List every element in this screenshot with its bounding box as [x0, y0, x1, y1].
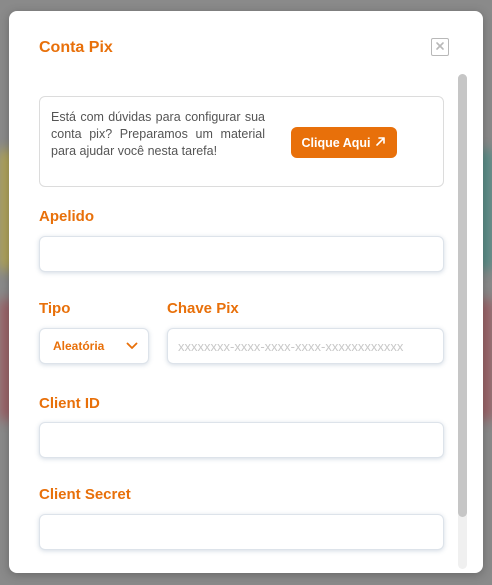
clique-aqui-button[interactable]: Clique Aqui — [291, 127, 397, 158]
clique-aqui-label: Clique Aqui — [301, 135, 371, 150]
help-info-box: Está com dúvidas para configurar sua con… — [39, 96, 444, 187]
client-secret-field[interactable] — [39, 514, 444, 550]
apelido-input[interactable] — [40, 237, 443, 271]
client-secret-label: Client Secret — [39, 486, 131, 503]
tipo-selected-value: Aleatória — [53, 339, 105, 353]
client-id-label: Client ID — [39, 395, 100, 412]
close-icon — [435, 38, 445, 56]
help-info-text: Está com dúvidas para configurar sua con… — [51, 110, 265, 158]
modal-title: Conta Pix — [39, 39, 113, 56]
scrollbar-thumb[interactable] — [458, 74, 467, 517]
chave-pix-field[interactable] — [167, 328, 444, 364]
close-button[interactable] — [431, 38, 449, 56]
chevron-down-icon — [126, 337, 138, 355]
client-secret-input[interactable] — [40, 515, 443, 549]
apelido-field[interactable] — [39, 236, 444, 272]
external-link-arrow-icon — [375, 136, 386, 150]
tipo-label: Tipo — [39, 300, 71, 317]
tipo-select[interactable]: Aleatória — [39, 328, 149, 364]
client-id-input[interactable] — [40, 423, 443, 457]
chave-pix-input[interactable] — [168, 329, 443, 363]
apelido-label: Apelido — [39, 208, 94, 225]
client-id-field[interactable] — [39, 422, 444, 458]
chave-pix-label: Chave Pix — [167, 300, 239, 317]
conta-pix-modal: Conta Pix Está com dúvidas para configur… — [9, 11, 483, 573]
